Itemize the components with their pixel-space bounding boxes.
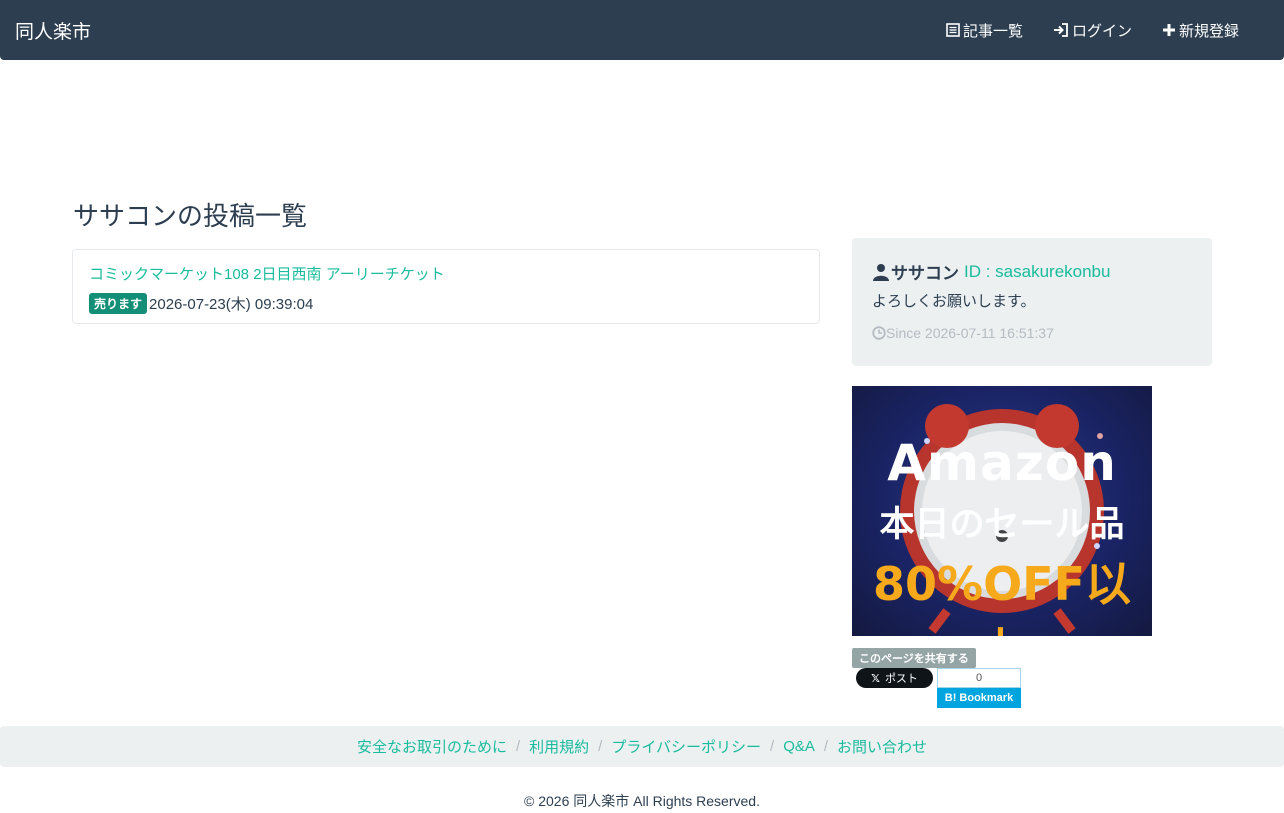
footer-separator: / — [515, 738, 521, 755]
page-title: ササコンの投稿一覧 — [73, 201, 308, 231]
profile-head: ササコン ID : sasakurekonbu — [872, 259, 1110, 284]
plus-icon — [1162, 24, 1175, 36]
x-logo-icon: 𝕏 — [871, 672, 880, 685]
footer-link-contact[interactable]: お問い合わせ — [837, 736, 927, 757]
post-meta: 売ります 2026-07-23(木) 09:39:04 — [89, 293, 313, 314]
profile-box: ササコン ID : sasakurekonbu よろしくお願いします。 Sinc… — [852, 238, 1212, 366]
footer-link-safe-trade[interactable]: 安全なお取引のために — [357, 736, 507, 757]
nav-register-label: 新規登録 — [1178, 22, 1239, 40]
profile-since: Since 2026-07-11 16:51:37 — [872, 325, 1054, 341]
ad-line-2: 本日のセール品 — [879, 505, 1125, 545]
post-list-item: コミックマーケット108 2日目西南 アーリーチケット 売ります 2026-07… — [72, 249, 820, 324]
brand-link[interactable]: 同人楽市 — [15, 17, 91, 44]
post-datetime: 2026-07-23(木) 09:39:04 — [149, 296, 314, 313]
ad-line-1: Amazon — [887, 434, 1117, 492]
login-icon — [1053, 23, 1068, 37]
x-post-label: ポスト — [884, 673, 918, 685]
ad-banner[interactable]: Amazon 本日のセール品 80%OFF以上 — [852, 386, 1152, 636]
clock-icon — [872, 326, 886, 340]
copyright: © 2026 同人楽市 All Rights Reserved. — [524, 793, 760, 809]
profile-id: ID : sasakurekonbu — [964, 261, 1111, 281]
footer-link-qa[interactable]: Q&A — [783, 738, 815, 755]
post-title-link[interactable]: コミックマーケット108 2日目西南 アーリーチケット — [89, 263, 445, 284]
hatena-count: 0 — [937, 668, 1021, 688]
profile-since-text: Since 2026-07-11 16:51:37 — [886, 325, 1054, 341]
nav-articles-label: 記事一覧 — [962, 22, 1023, 40]
hatena-button[interactable]: B! Bookmark — [937, 688, 1021, 708]
sell-badge: 売ります — [89, 293, 148, 314]
nav-links: 記事一覧 ログイン 新規登録 — [916, 0, 1239, 60]
share-label: このページを共有する — [852, 648, 976, 668]
ad-line-3: 80%OFF以上 — [872, 557, 1132, 636]
nav-articles-link[interactable]: 記事一覧 — [946, 20, 1023, 41]
nav-login-label: ログイン — [1071, 22, 1132, 40]
navbar: 同人楽市 記事一覧 ログイン 新規登録 — [0, 0, 1284, 60]
nav-register-link[interactable]: 新規登録 — [1162, 20, 1239, 41]
footer-link-terms[interactable]: 利用規約 — [529, 736, 589, 757]
footer-separator: / — [598, 738, 603, 755]
profile-name: ササコン — [891, 264, 959, 283]
nav-login-link[interactable]: ログイン — [1053, 20, 1132, 41]
profile-bio: よろしくお願いします。 — [872, 293, 1036, 310]
footer-link-privacy[interactable]: プライバシーポリシー — [611, 736, 761, 757]
user-icon — [873, 263, 889, 281]
footer-separator: / — [770, 738, 775, 755]
hatena-label: Bookmark — [959, 692, 1014, 704]
footer-links: 安全なお取引のために / 利用規約 / プライバシーポリシー / Q&A / お… — [0, 726, 1284, 767]
footer-separator: / — [823, 738, 829, 755]
hatena-bookmark-button[interactable]: 0 B! Bookmark — [937, 668, 1021, 708]
x-post-button[interactable]: 𝕏 ポスト — [856, 668, 933, 688]
hatena-b-icon: B! — [944, 692, 957, 704]
list-icon — [946, 23, 960, 37]
